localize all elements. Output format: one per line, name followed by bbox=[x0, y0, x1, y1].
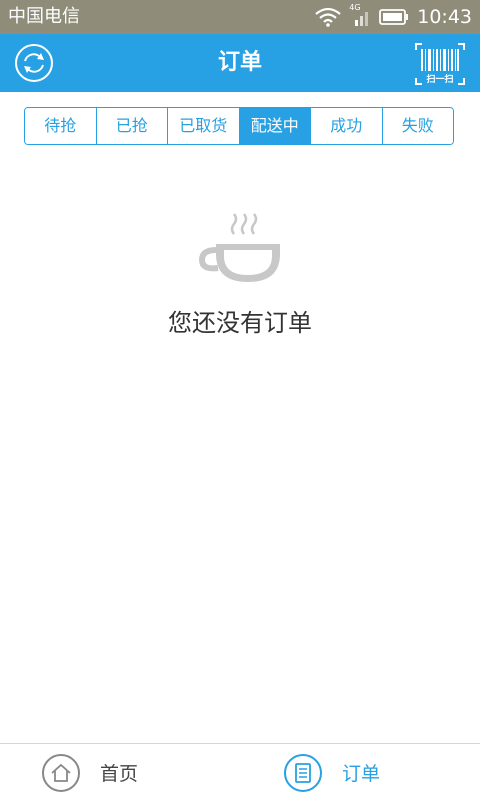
coffee-cup-icon bbox=[198, 213, 280, 282]
page-title: 订单 bbox=[217, 50, 262, 75]
scan-button[interactable]: 扫一扫 bbox=[414, 42, 466, 86]
wifi-icon bbox=[315, 7, 341, 27]
empty-state-message: 您还没有订单 bbox=[168, 309, 312, 337]
tab-waiting[interactable]: 待抢 bbox=[25, 108, 97, 144]
tab-delivering[interactable]: 配送中 bbox=[239, 108, 311, 144]
bottom-nav: 首页 订单 bbox=[0, 743, 480, 800]
carrier-label: 中国电信 bbox=[8, 6, 80, 27]
screen: 中国电信 4G 10:43 订单 扫一扫 待抢 已抢 已取货 配送中 成功 失败… bbox=[0, 0, 480, 800]
nav-orders[interactable]: 订单 bbox=[284, 744, 380, 800]
tab-success[interactable]: 成功 bbox=[311, 108, 383, 144]
tab-picked-up[interactable]: 已取货 bbox=[168, 108, 240, 144]
signal-icon: 4G bbox=[349, 3, 371, 29]
tab-grabbed[interactable]: 已抢 bbox=[96, 108, 168, 144]
nav-orders-label: 订单 bbox=[342, 763, 381, 785]
nav-home[interactable]: 首页 bbox=[42, 744, 138, 800]
order-status-tabs: 待抢 已抢 已取货 配送中 成功 失败 bbox=[24, 107, 454, 145]
app-header: 订单 扫一扫 bbox=[0, 34, 480, 92]
orders-icon-circle bbox=[284, 753, 322, 792]
document-list-icon bbox=[295, 762, 311, 783]
status-bar: 中国电信 4G 10:43 bbox=[0, 0, 480, 34]
tab-failed[interactable]: 失败 bbox=[382, 108, 453, 144]
scan-label: 扫一扫 bbox=[426, 75, 454, 85]
nav-home-label: 首页 bbox=[100, 763, 139, 785]
home-icon-circle bbox=[42, 753, 80, 792]
clock: 10:43 bbox=[417, 6, 472, 28]
battery-icon bbox=[379, 9, 409, 25]
home-icon bbox=[51, 763, 71, 782]
status-icons: 4G 10:43 bbox=[315, 3, 472, 30]
